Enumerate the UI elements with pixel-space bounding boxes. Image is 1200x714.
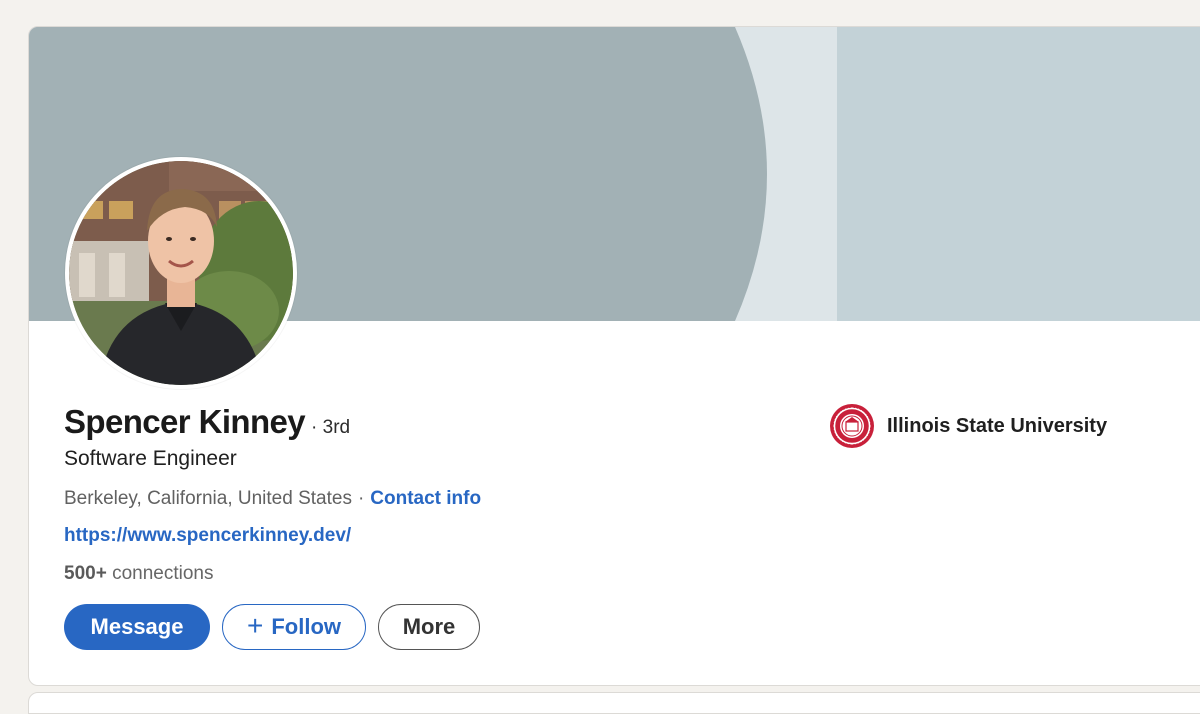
location-separator: · [357, 488, 365, 509]
follow-button-label: Follow [271, 614, 341, 639]
profile-photo [69, 161, 293, 385]
name-row: Spencer Kinney · 3rd [64, 403, 350, 441]
profile-name: Spencer Kinney [64, 403, 306, 440]
connection-degree: · 3rd [311, 417, 351, 438]
university-seal-icon [830, 404, 874, 448]
location-row: Berkeley, California, United States · Co… [64, 488, 481, 510]
connections-label: connections [112, 563, 214, 584]
profile-card: Spencer Kinney · 3rd Software Engineer B… [28, 26, 1200, 686]
message-button[interactable]: Message [64, 604, 210, 650]
more-button[interactable]: More [378, 604, 480, 650]
profile-actions: Message + Follow More [64, 604, 480, 650]
connections-count: 500+ connections [64, 563, 213, 585]
profile-avatar[interactable] [65, 157, 297, 389]
website-link[interactable]: https://www.spencerkinney.dev/ [64, 525, 351, 547]
profile-location: Berkeley, California, United States [64, 488, 352, 509]
next-card-edge [28, 692, 1200, 714]
follow-button[interactable]: + Follow [222, 604, 366, 650]
profile-headline: Software Engineer [64, 447, 237, 470]
connections-number: 500+ [64, 563, 107, 584]
contact-info-link[interactable]: Contact info [370, 488, 481, 510]
message-button-label: Message [90, 614, 184, 639]
more-button-label: More [402, 614, 456, 639]
education-school-name: Illinois State University [887, 414, 1108, 437]
education-item[interactable]: Illinois State University [829, 403, 1107, 449]
plus-icon: + [246, 610, 264, 641]
